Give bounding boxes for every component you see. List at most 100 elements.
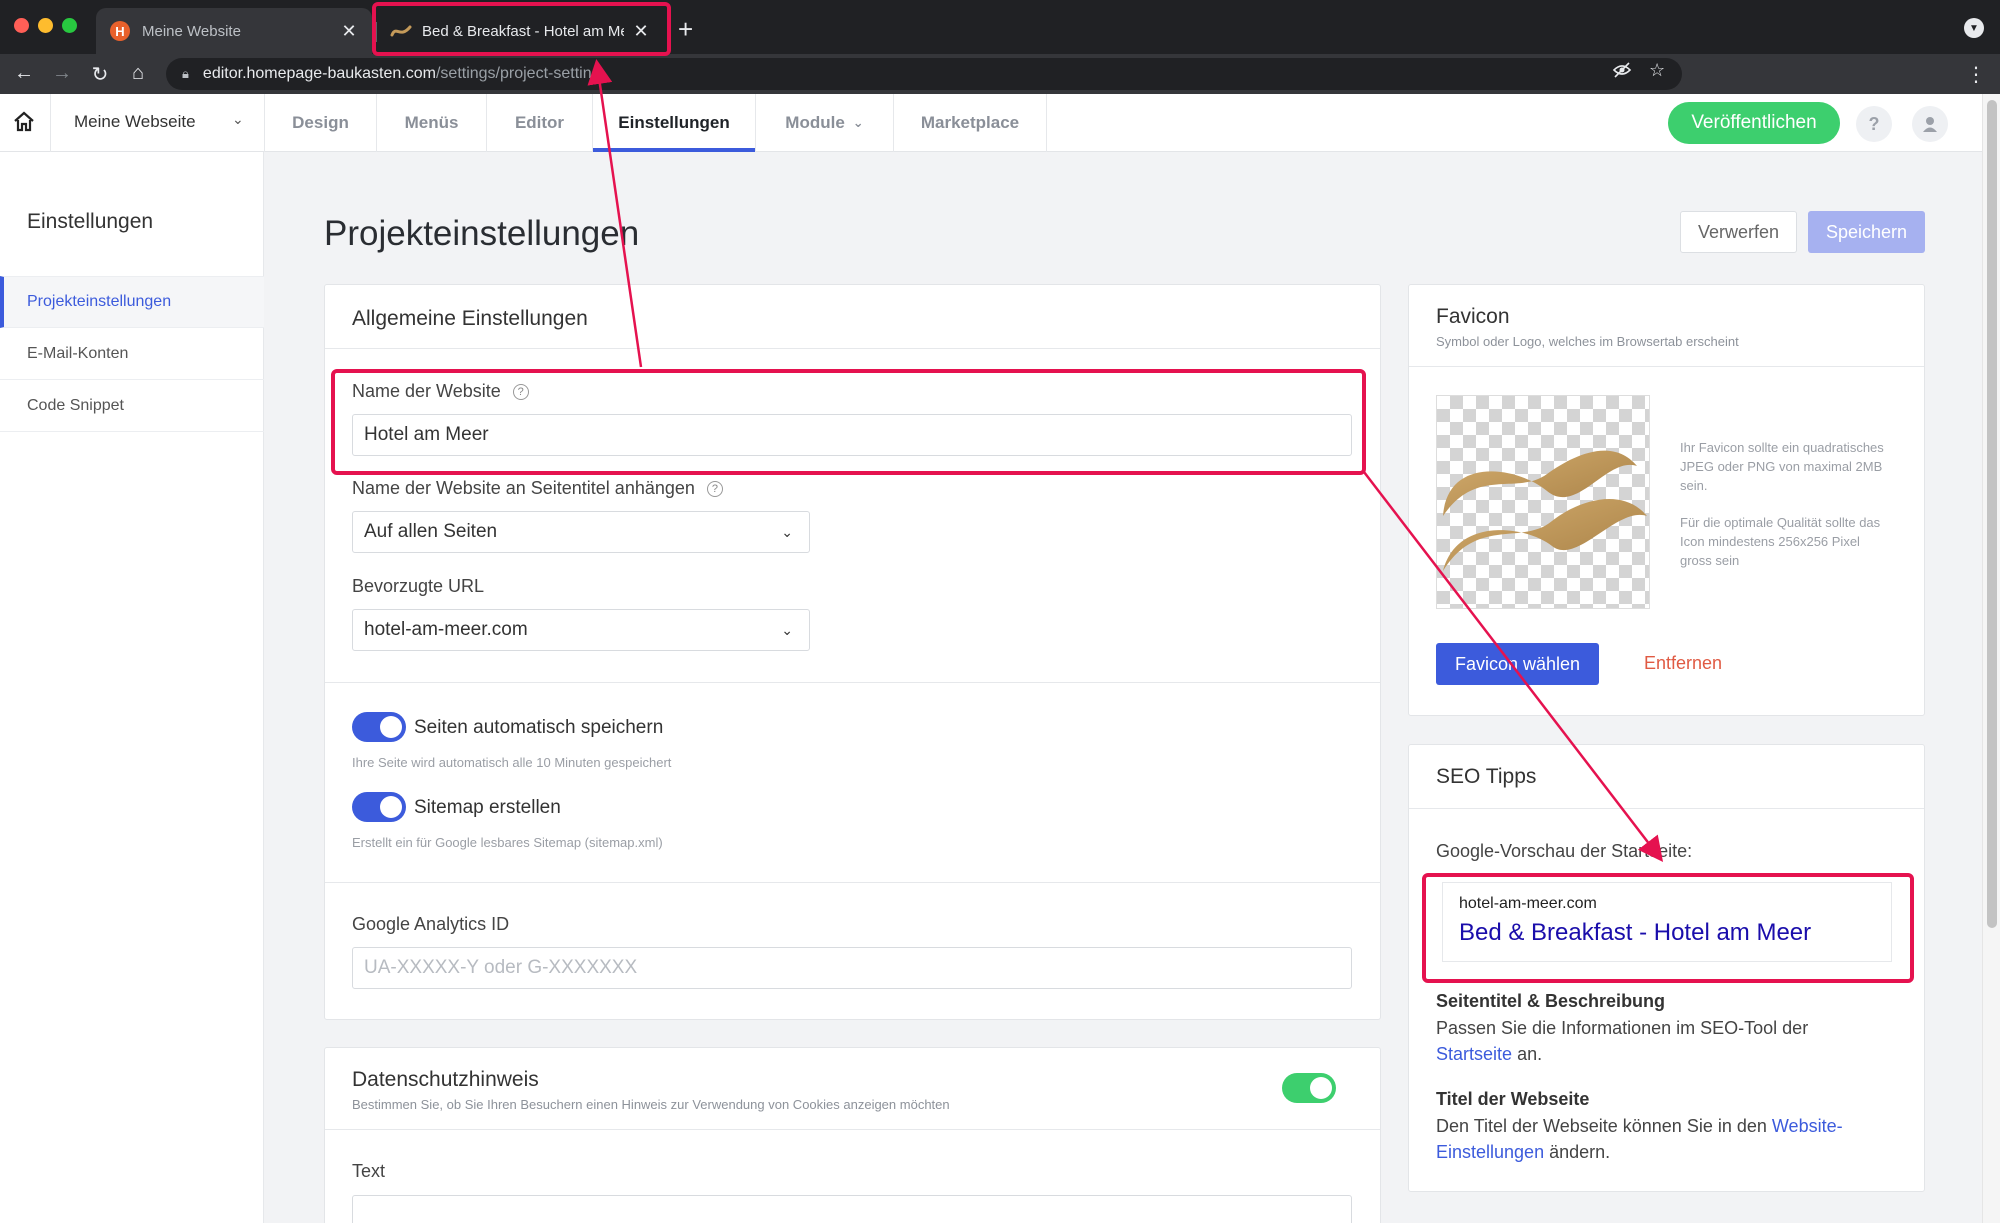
divider: [325, 682, 1380, 683]
preferred-url-select[interactable]: hotel-am-meer.com ⌄: [352, 609, 810, 651]
favicon-card: Favicon Symbol oder Logo, welches im Bro…: [1408, 284, 1925, 716]
eye-off-icon[interactable]: [1612, 60, 1632, 85]
sitemap-label: Sitemap erstellen: [414, 797, 561, 818]
help-button[interactable]: ?: [1856, 106, 1892, 142]
card-header: Allgemeine Einstellungen: [325, 285, 1380, 349]
window-close-button[interactable]: [14, 18, 29, 33]
annotation-highlight-google-preview: [1422, 873, 1914, 983]
sitemap-hint: Erstellt ein für Google lesbares Sitemap…: [352, 835, 663, 850]
chevron-down-icon: ⌄: [852, 115, 864, 130]
scrollbar-thumb[interactable]: [1987, 100, 1997, 928]
card-title: Allgemeine Einstellungen: [352, 307, 588, 330]
seo-tip-text-after: an.: [1517, 1044, 1543, 1064]
sidebar-title: Einstellungen: [27, 210, 154, 233]
home-icon[interactable]: [12, 110, 38, 136]
window-minimize-button[interactable]: [38, 18, 53, 33]
choose-favicon-button[interactable]: Favicon wählen: [1436, 643, 1599, 685]
publish-button[interactable]: Veröffentlichen: [1668, 102, 1840, 144]
page-scrollbar[interactable]: [1982, 94, 2000, 1223]
startseite-link[interactable]: Startseite: [1436, 1044, 1512, 1064]
card-subtitle: Bestimmen Sie, ob Sie Ihren Besuchern ei…: [352, 1097, 950, 1112]
seo-tip-heading: Titel der Webseite: [1436, 1089, 1590, 1109]
favicon-preview: [1436, 395, 1650, 609]
chevron-down-icon[interactable]: ⌄: [232, 111, 244, 128]
new-tab-button[interactable]: +: [678, 14, 693, 45]
bookmark-star-icon[interactable]: ☆: [1649, 60, 1665, 81]
seo-tip-text: Passen Sie die Informationen im SEO-Tool…: [1436, 1015, 1906, 1067]
card-title: SEO Tipps: [1436, 765, 1537, 788]
preferred-url-value: hotel-am-meer.com: [364, 619, 528, 640]
user-avatar-icon[interactable]: [1912, 106, 1948, 142]
seo-tip-text-after: ändern.: [1549, 1142, 1611, 1162]
discard-button[interactable]: Verwerfen: [1680, 211, 1797, 253]
seo-tip-text-before: Passen Sie die Informationen im SEO-Tool…: [1436, 1018, 1809, 1038]
card-header: Favicon Symbol oder Logo, welches im Bro…: [1409, 285, 1924, 367]
nav-editor[interactable]: Editor: [486, 94, 592, 152]
url-path: /settings/project-setting: [435, 65, 601, 82]
main-nav: Design Menüs Editor Einstellungen Module…: [264, 94, 1047, 152]
tab-search-icon[interactable]: ▼: [1964, 18, 1984, 38]
autosave-toggle[interactable]: [352, 712, 406, 742]
save-button[interactable]: Speichern: [1808, 211, 1925, 253]
tab-title: Meine Website: [142, 22, 241, 40]
app-header: Meine Webseite ⌄ Design Menüs Editor Ein…: [0, 94, 1982, 152]
seo-tip-text: Den Titel der Webseite können Sie in den…: [1436, 1113, 1906, 1165]
privacy-card: Datenschutzhinweis Bestimmen Sie, ob Sie…: [324, 1047, 1381, 1223]
browser-chrome: H Meine Website ✕ Bed & Breakfast - Hote…: [0, 0, 2000, 94]
help-circle-icon[interactable]: ?: [706, 480, 723, 497]
window-maximize-button[interactable]: [62, 18, 77, 33]
append-title-select[interactable]: Auf allen Seiten ⌄: [352, 511, 810, 553]
reload-icon[interactable]: ↻: [88, 62, 112, 87]
favicon-info-size: Ihr Favicon sollte ein quadratisches JPE…: [1680, 440, 1884, 493]
browser-home-icon[interactable]: ⌂: [126, 62, 150, 85]
preferred-url-label: Bevorzugte URL: [352, 576, 485, 596]
tab-strip: H Meine Website ✕ Bed & Breakfast - Hote…: [0, 0, 2000, 54]
browser-menu-icon[interactable]: ⋮: [1966, 62, 1986, 87]
analytics-id-input[interactable]: UA-XXXXX-Y oder G-XXXXXXX: [352, 947, 1352, 989]
annotation-highlight-site-name: [331, 369, 1366, 475]
append-title-label-text: Name der Website an Seitentitel anhängen: [352, 478, 695, 498]
page-title: Projekteinstellungen: [324, 214, 640, 253]
append-title-value: Auf allen Seiten: [364, 521, 498, 542]
autosave-label: Seiten automatisch speichern: [414, 717, 664, 738]
nav-menus[interactable]: Menüs: [376, 94, 486, 152]
settings-sidebar: Einstellungen Projekteinstellungen E-Mai…: [0, 152, 264, 1223]
annotation-highlight-tab: [372, 2, 671, 56]
divider: [50, 94, 51, 152]
sidebar-item-email-konten[interactable]: E-Mail-Konten: [0, 328, 264, 380]
chevron-down-icon: ⌄: [781, 622, 793, 638]
sitemap-toggle[interactable]: [352, 792, 406, 822]
nav-marketplace[interactable]: Marketplace: [893, 94, 1047, 152]
divider: [325, 882, 1380, 883]
privacy-text-input[interactable]: [352, 1195, 1352, 1223]
h-favicon-icon: H: [110, 21, 130, 41]
card-header: Datenschutzhinweis Bestimmen Sie, ob Sie…: [325, 1048, 1380, 1130]
card-header: SEO Tipps: [1409, 745, 1924, 809]
nav-module-label: Module: [785, 113, 845, 132]
address-bar[interactable]: 🔒︎ editor.homepage-baukasten.com/setting…: [166, 58, 1682, 90]
forward-icon[interactable]: →: [50, 62, 74, 85]
close-icon[interactable]: ✕: [340, 21, 358, 42]
card-title: Datenschutzhinweis: [352, 1068, 539, 1091]
seo-tip-heading: Seitentitel & Beschreibung: [1436, 991, 1666, 1011]
google-preview-label: Google-Vorschau der Startseite:: [1436, 841, 1693, 861]
sidebar-item-code-snippet[interactable]: Code Snippet: [0, 380, 264, 432]
favicon-info-quality: Für die optimale Qualität sollte das Ico…: [1680, 515, 1881, 568]
analytics-label: Google Analytics ID: [352, 914, 510, 934]
chevron-down-icon: ⌄: [781, 524, 793, 540]
privacy-toggle[interactable]: [1282, 1073, 1336, 1103]
lock-icon: 🔒︎: [182, 66, 189, 81]
autosave-hint: Ihre Seite wird automatisch alle 10 Minu…: [352, 755, 672, 770]
nav-design[interactable]: Design: [264, 94, 376, 152]
nav-module[interactable]: Module ⌄: [755, 94, 893, 152]
url-host: editor.homepage-baukasten.com: [202, 65, 436, 82]
nav-einstellungen[interactable]: Einstellungen: [592, 94, 755, 152]
browser-toolbar: ← → ↻ ⌂ 🔒︎ editor.homepage-baukasten.com…: [0, 54, 2000, 94]
card-subtitle: Symbol oder Logo, welches im Browsertab …: [1436, 334, 1739, 349]
remove-favicon-button[interactable]: Entfernen: [1644, 653, 1722, 674]
back-icon[interactable]: ←: [12, 62, 36, 85]
browser-tab-meine-website[interactable]: H Meine Website ✕: [96, 8, 372, 54]
sidebar-item-projekteinstellungen[interactable]: Projekteinstellungen: [0, 276, 264, 328]
site-selector[interactable]: Meine Webseite: [74, 112, 196, 132]
append-title-label: Name der Website an Seitentitel anhängen…: [352, 478, 723, 499]
